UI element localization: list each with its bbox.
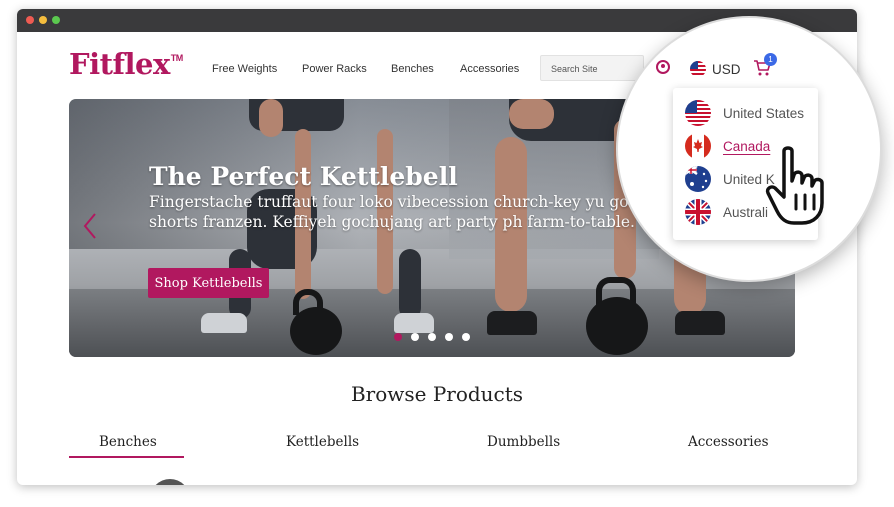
athlete-right-hand	[509, 99, 554, 129]
close-window-button[interactable]	[26, 16, 34, 24]
carousel-dot-4[interactable]	[445, 333, 453, 341]
currency-option-united-states[interactable]: United States	[685, 100, 835, 128]
tab-dumbbells[interactable]: Dumbbells	[487, 434, 560, 450]
tab-accessories[interactable]: Accessories	[688, 434, 769, 450]
athlete-right-shoe	[487, 311, 537, 335]
nav-accessories[interactable]: Accessories	[460, 63, 519, 75]
carousel-dot-5[interactable]	[462, 333, 470, 341]
us-flag-icon[interactable]	[690, 61, 706, 77]
currency-selector[interactable]: USD	[712, 62, 741, 77]
currency-option-label: United States	[723, 106, 805, 121]
athlete-left-shoe	[201, 313, 247, 333]
kettlebell-2	[586, 297, 648, 355]
athlete-right-shoe-2	[675, 311, 725, 335]
currency-option-label: Australi	[723, 205, 769, 220]
product-thumbnail	[150, 479, 190, 485]
athlete-left-shoe-2	[394, 313, 434, 333]
shop-kettlebells-button[interactable]: Shop Kettlebells	[148, 268, 269, 298]
tab-kettlebells[interactable]: Kettlebells	[286, 434, 359, 450]
cart-count-badge: 1	[764, 53, 777, 66]
brand-name: Fitflex	[69, 47, 170, 81]
canada-flag-icon	[685, 133, 711, 159]
nav-benches[interactable]: Benches	[391, 63, 434, 75]
magnifier-callout: USD 1 United States Canada United K Aust…	[616, 16, 882, 282]
athlete-left-arm	[259, 99, 283, 137]
minimize-window-button[interactable]	[39, 16, 47, 24]
hand-pointer-cursor-icon	[765, 146, 824, 225]
carousel-dot-2[interactable]	[411, 333, 419, 341]
carousel-dot-3[interactable]	[428, 333, 436, 341]
nav-free-weights[interactable]: Free Weights	[212, 63, 277, 75]
kettlebell	[290, 307, 342, 355]
brand-logo[interactable]: FitflexTM	[69, 47, 183, 81]
us-flag-icon	[685, 100, 711, 126]
carousel-prev-arrow-icon[interactable]	[83, 213, 97, 239]
tab-benches[interactable]: Benches	[99, 434, 157, 450]
nav-power-racks[interactable]: Power Racks	[302, 63, 367, 75]
hero-title: The Perfect Kettlebell	[149, 162, 458, 191]
australia-flag-icon	[685, 166, 711, 192]
search-input[interactable]: Search Site	[540, 55, 644, 81]
uk-flag-icon	[685, 199, 711, 225]
browse-products-title: Browse Products	[350, 382, 524, 406]
account-icon[interactable]	[656, 60, 670, 74]
maximize-window-button[interactable]	[52, 16, 60, 24]
athlete-left-leg-2	[399, 249, 421, 319]
trademark-mark: TM	[170, 53, 184, 63]
active-tab-indicator	[69, 456, 184, 458]
carousel-dot-1[interactable]	[394, 333, 402, 341]
